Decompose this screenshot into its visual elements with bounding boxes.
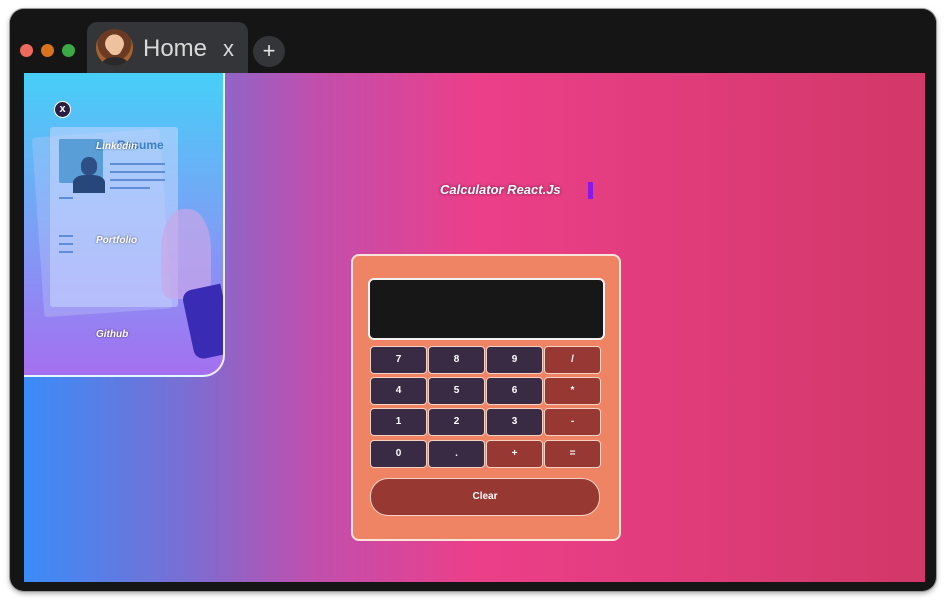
typing-cursor bbox=[588, 182, 593, 199]
key-3[interactable]: 3 bbox=[486, 408, 543, 436]
avatar-icon bbox=[96, 29, 133, 66]
tab-title: Home bbox=[143, 35, 208, 62]
sidebar-close-button[interactable]: x bbox=[54, 101, 71, 118]
sleeve-illustration bbox=[181, 283, 223, 361]
key-decimal[interactable]: . bbox=[428, 440, 485, 468]
maximize-window-button[interactable] bbox=[62, 44, 75, 57]
resume-illustration: Resume bbox=[50, 127, 178, 307]
key-multiply[interactable]: * bbox=[544, 377, 601, 405]
sidebar: Resume x Linkedin Portfolio Github bbox=[24, 73, 225, 377]
key-1[interactable]: 1 bbox=[370, 408, 427, 436]
page-content: Resume x Linkedin Portfolio Github Calcu… bbox=[24, 73, 925, 582]
browser-window: Home x + Resume x Linkedin Portfolio Git… bbox=[10, 9, 936, 591]
calculator: 7 8 9 / 4 5 6 * 1 2 3 - 0 . + = Clear bbox=[351, 254, 621, 541]
minimize-window-button[interactable] bbox=[41, 44, 54, 57]
key-6[interactable]: 6 bbox=[486, 377, 543, 405]
key-7[interactable]: 7 bbox=[370, 346, 427, 374]
hand-illustration bbox=[161, 209, 211, 299]
tab-home[interactable]: Home x bbox=[87, 22, 248, 73]
calculator-display bbox=[368, 278, 605, 340]
page-title: Calculator React.Js bbox=[440, 182, 561, 197]
key-0[interactable]: 0 bbox=[370, 440, 427, 468]
sidebar-link-linkedin[interactable]: Linkedin bbox=[96, 141, 137, 152]
key-add[interactable]: + bbox=[486, 440, 543, 468]
key-8[interactable]: 8 bbox=[428, 346, 485, 374]
close-window-button[interactable] bbox=[20, 44, 33, 57]
sidebar-link-github[interactable]: Github bbox=[96, 329, 128, 340]
clear-button[interactable]: Clear bbox=[370, 478, 600, 516]
tab-close-button[interactable]: x bbox=[223, 38, 234, 60]
new-tab-button[interactable]: + bbox=[253, 36, 285, 67]
key-4[interactable]: 4 bbox=[370, 377, 427, 405]
key-5[interactable]: 5 bbox=[428, 377, 485, 405]
key-equals[interactable]: = bbox=[544, 440, 601, 468]
key-2[interactable]: 2 bbox=[428, 408, 485, 436]
title-bar: Home x + bbox=[10, 9, 936, 73]
key-subtract[interactable]: - bbox=[544, 408, 601, 436]
key-divide[interactable]: / bbox=[544, 346, 601, 374]
sidebar-link-portfolio[interactable]: Portfolio bbox=[96, 235, 137, 246]
key-9[interactable]: 9 bbox=[486, 346, 543, 374]
